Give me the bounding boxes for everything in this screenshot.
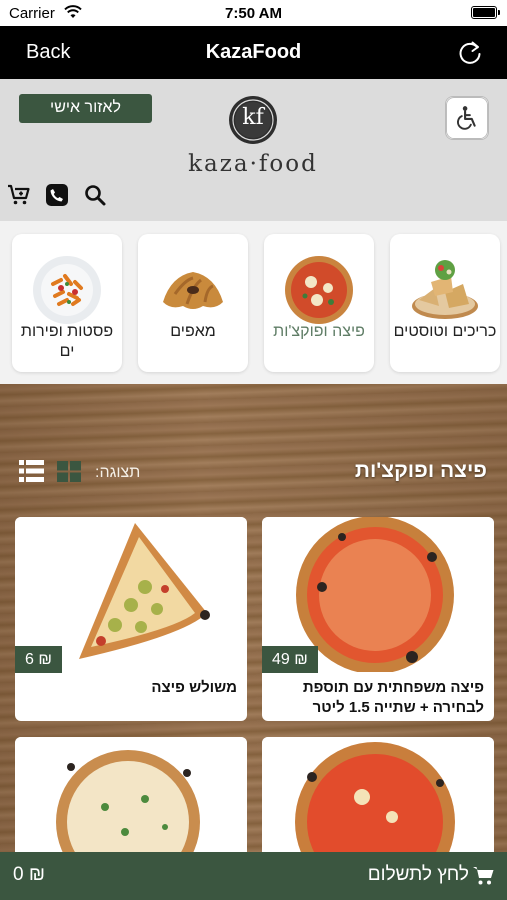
cart-total: 0 ₪ <box>13 864 45 885</box>
product-card[interactable] <box>15 737 247 852</box>
price-badge: 49 ₪ <box>262 646 318 673</box>
category-label: מאפים <box>170 323 216 340</box>
store-logo: kf kaza·food <box>183 94 323 184</box>
list-view-icon[interactable] <box>19 460 44 482</box>
croissant-image <box>163 272 223 309</box>
product-card[interactable]: 49 ₪ פיצה משפחתית עם תוספת לבחירה + שתיי… <box>262 517 494 721</box>
cart-icon[interactable] <box>7 183 31 207</box>
sandwich-image <box>412 260 478 319</box>
margherita-pizza-image <box>262 737 494 852</box>
category-sandwiches[interactable]: כריכים וטוסטים <box>390 234 500 372</box>
category-label: פיצה ופוקצ'ות <box>273 323 365 340</box>
checkout-bar[interactable]: 0 ₪ לחץ לתשלום <box>0 852 507 900</box>
category-label: כריכים וטוסטים <box>393 323 497 340</box>
store-header: לאזור אישי kf kaza·food <box>0 79 507 221</box>
battery-icon <box>471 6 500 19</box>
category-pasta[interactable]: פסטות ופירות ים <box>12 234 122 372</box>
refresh-icon[interactable] <box>455 38 485 68</box>
category-bar: כריכים וטוסטים פיצה ופוקצ'ות מאפים פסטות… <box>0 221 507 384</box>
product-name: משולש פיצה <box>151 679 237 696</box>
grid-view-icon[interactable] <box>57 461 81 482</box>
back-button[interactable]: Back <box>26 41 70 64</box>
status-bar: Carrier 7:50 AM <box>0 0 507 26</box>
accessibility-icon[interactable] <box>445 96 489 140</box>
category-pastries[interactable]: מאפים <box>138 234 248 372</box>
category-label: פסטות ופירות ים <box>20 323 114 360</box>
product-card[interactable]: 6 ₪ משולש פיצה <box>15 517 247 721</box>
product-card[interactable] <box>262 737 494 852</box>
logo-monogram-text: kf <box>242 105 264 130</box>
phone-icon[interactable] <box>45 183 69 207</box>
personal-area-button[interactable]: לאזור אישי <box>19 94 152 123</box>
logo-wordmark: kaza·food <box>188 151 318 177</box>
products-section: פיצה ופוקצ'ות תצוגה: 49 ₪ פיצה משפחתית ע… <box>0 384 507 852</box>
display-label: תצוגה: <box>95 464 141 481</box>
navigation-bar: Back KazaFood <box>0 26 507 79</box>
checkout-button[interactable]: לחץ לתשלום <box>368 864 469 886</box>
pizza-image <box>285 256 353 324</box>
cart-icon <box>473 867 494 885</box>
category-pizza[interactable]: פיצה ופוקצ'ות <box>264 234 374 372</box>
app-title: KazaFood <box>205 41 302 63</box>
product-name: פיצה משפחתית עם תוספת לבחירה + שתייה 1.5… <box>302 679 484 716</box>
search-icon[interactable] <box>83 183 107 207</box>
pasta-image <box>33 256 101 324</box>
white-pizza-image <box>15 737 247 852</box>
clock: 7:50 AM <box>225 5 282 22</box>
price-badge: 6 ₪ <box>15 646 62 673</box>
section-title: פיצה ופוקצ'ות <box>354 459 487 482</box>
